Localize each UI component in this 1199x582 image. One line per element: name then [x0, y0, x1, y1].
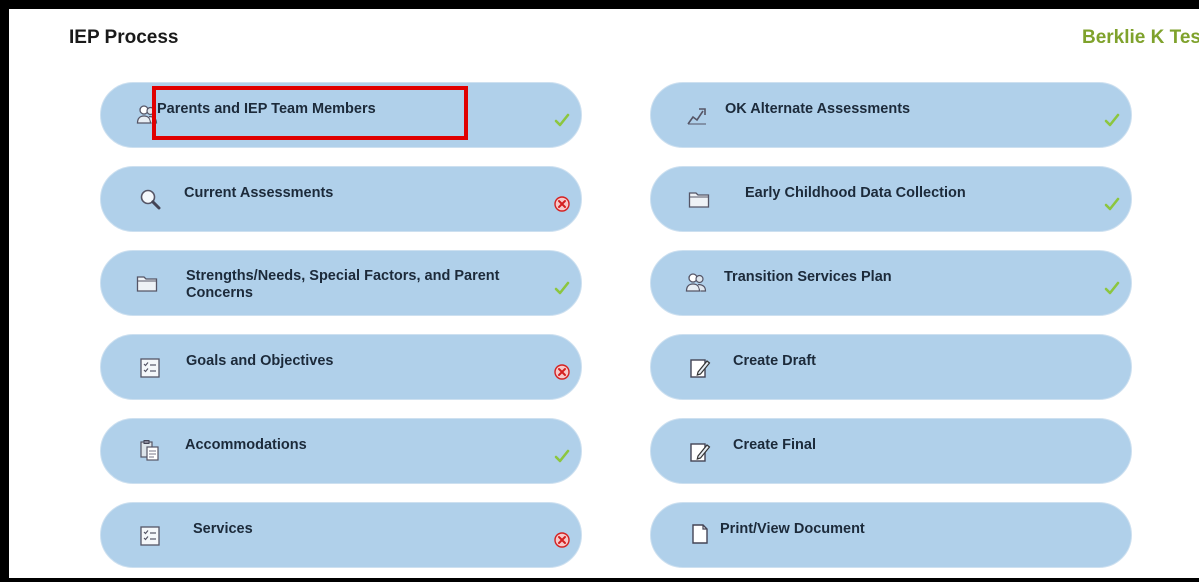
page-title: IEP Process: [69, 27, 179, 48]
people-icon: [685, 271, 707, 293]
iep-step-parents-and-iep-team-members[interactable]: Parents and IEP Team Members: [100, 82, 582, 148]
iep-step-current-assessments[interactable]: Current Assessments: [100, 166, 582, 232]
iep-step-label: Goals and Objectives: [186, 353, 334, 369]
iep-step-create-draft[interactable]: Create Draft: [650, 334, 1132, 400]
error-x-icon: [553, 195, 571, 213]
iep-step-create-final[interactable]: Create Final: [650, 418, 1132, 484]
checkmark-icon: [1103, 111, 1121, 129]
iep-step-label: Parents and IEP Team Members: [157, 101, 376, 117]
document-edit-icon: [689, 441, 711, 463]
document-edit-icon: [689, 357, 711, 379]
folder-icon: [136, 272, 158, 294]
error-x-icon: [553, 531, 571, 549]
checkmark-icon: [1103, 195, 1121, 213]
iep-step-label: Current Assessments: [184, 185, 334, 201]
iep-step-label: Accommodations: [185, 437, 307, 453]
chart-arrow-icon: [686, 104, 708, 126]
iep-step-goals-and-objectives[interactable]: Goals and Objectives: [100, 334, 582, 400]
error-x-icon: [553, 363, 571, 381]
magnifier-icon: [139, 188, 161, 210]
iep-step-label: Strengths/Needs, Special Factors, and Pa…: [186, 268, 500, 301]
checkmark-icon: [1103, 279, 1121, 297]
people-icon: [136, 103, 158, 125]
iep-step-services[interactable]: Services: [100, 502, 582, 568]
document-icon: [689, 523, 711, 545]
iep-step-accommodations[interactable]: Accommodations: [100, 418, 582, 484]
iep-step-label: Create Final: [733, 437, 816, 453]
folder-icon: [688, 188, 710, 210]
student-name: Berklie K Tes: [1082, 27, 1199, 48]
iep-step-print-view-document[interactable]: Print/View Document: [650, 502, 1132, 568]
iep-step-ok-alternate-assessments[interactable]: OK Alternate Assessments: [650, 82, 1132, 148]
iep-step-label: OK Alternate Assessments: [725, 101, 911, 117]
iep-step-label: Create Draft: [733, 353, 816, 369]
iep-step-label: Services: [193, 521, 253, 537]
checkmark-icon: [553, 111, 571, 129]
iep-step-early-childhood-data-collection[interactable]: Early Childhood Data Collection: [650, 166, 1132, 232]
iep-step-strengths-needs-special-factors-and-parent-concerns[interactable]: Strengths/Needs, Special Factors, and Pa…: [100, 250, 582, 316]
iep-step-label: Early Childhood Data Collection: [745, 185, 966, 201]
checklist-icon: [139, 525, 161, 547]
iep-step-label: Print/View Document: [720, 521, 865, 537]
checkmark-icon: [553, 447, 571, 465]
iep-step-label: Transition Services Plan: [724, 269, 892, 285]
checklist-icon: [139, 357, 161, 379]
clipboard-icon: [139, 439, 161, 461]
checkmark-icon: [553, 279, 571, 297]
iep-step-transition-services-plan[interactable]: Transition Services Plan: [650, 250, 1132, 316]
